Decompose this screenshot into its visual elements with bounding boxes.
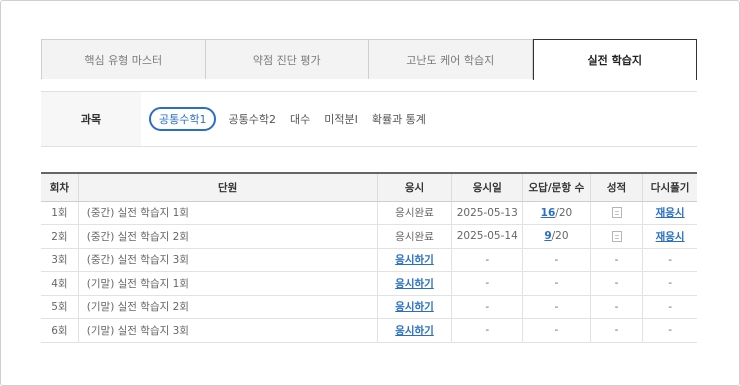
subject-option-algebra[interactable]: 대수: [290, 108, 310, 130]
cell-status: 응시완료: [377, 224, 453, 249]
wrong-count-link[interactable]: 9: [544, 230, 551, 242]
cell-round: 2회: [41, 224, 79, 249]
cell-score: [590, 201, 644, 225]
header-round: 회차: [41, 172, 79, 202]
table-row: 6회 (기말) 실전 학습지 3회 응시하기 - - - -: [41, 318, 697, 343]
header-retry: 다시풀기: [642, 172, 697, 202]
cell-wrong-count: -: [522, 295, 591, 319]
cell-retry: -: [642, 248, 697, 272]
header-wrong-count: 오답/문항 수: [522, 172, 591, 202]
cell-status: 응시완료: [377, 201, 453, 225]
cell-wrong-count: -: [522, 248, 591, 272]
retry-link[interactable]: 재응시: [656, 207, 685, 219]
report-icon[interactable]: [611, 207, 622, 219]
header-status: 응시: [377, 172, 453, 202]
cell-wrong-count: -: [522, 271, 591, 296]
cell-unit: (중간) 실전 학습지 1회: [78, 201, 378, 225]
table-row: 5회 (기말) 실전 학습지 2회 응시하기 - - - -: [41, 295, 697, 319]
cell-wrong-count: -: [522, 318, 591, 343]
cell-retry: 재응시: [642, 224, 697, 249]
cell-score: -: [590, 271, 644, 296]
cell-status: 응시하기: [377, 271, 453, 296]
cell-wrong-count: 16/20: [522, 201, 591, 225]
report-icon[interactable]: [611, 230, 622, 242]
cell-unit: (기말) 실전 학습지 1회: [78, 271, 378, 296]
cell-date: -: [451, 295, 524, 319]
take-test-link[interactable]: 응시하기: [395, 325, 434, 337]
subject-option-common-math-2[interactable]: 공통수학2: [228, 108, 275, 130]
tab-bar: 핵심 유형 마스터 약점 진단 평가 고난도 케어 학습지 실전 학습지: [41, 39, 697, 80]
subject-option-calculus-1[interactable]: 미적분Ⅰ: [324, 108, 358, 130]
subject-option-common-math-1[interactable]: 공통수학1: [149, 107, 217, 131]
cell-score: -: [590, 248, 644, 272]
results-table: 회차 단원 응시 응시일 오답/문항 수 성적 다시풀기 1회 (중간) 실전 …: [41, 172, 697, 343]
total-count: /20: [551, 230, 569, 243]
subject-option-probability-statistics[interactable]: 확률과 통계: [372, 108, 426, 130]
total-count: /20: [555, 206, 573, 219]
table-row: 1회 (중간) 실전 학습지 1회 응시완료 2025-05-13 16/20 …: [41, 201, 697, 225]
header-unit: 단원: [78, 172, 378, 202]
cell-retry: -: [642, 318, 697, 343]
wrong-count-link[interactable]: 16: [541, 207, 556, 219]
cell-status: 응시하기: [377, 318, 453, 343]
cell-date: -: [451, 318, 524, 343]
cell-unit: (기말) 실전 학습지 3회: [78, 318, 378, 343]
tab-core-type-master[interactable]: 핵심 유형 마스터: [42, 40, 206, 79]
cell-date: 2025-05-14: [451, 224, 524, 249]
cell-score: [590, 224, 644, 249]
cell-round: 1회: [41, 201, 79, 225]
cell-status: 응시하기: [377, 248, 453, 272]
cell-unit: (중간) 실전 학습지 3회: [78, 248, 378, 272]
take-test-link[interactable]: 응시하기: [395, 301, 434, 313]
subject-filter: 과목 공통수학1 공통수학2 대수 미적분Ⅰ 확률과 통계: [41, 91, 697, 147]
tab-weakness-diagnosis[interactable]: 약점 진단 평가: [205, 40, 369, 79]
take-test-link[interactable]: 응시하기: [395, 278, 434, 290]
tab-practice-worksheet[interactable]: 실전 학습지: [532, 39, 697, 80]
cell-retry: -: [642, 271, 697, 296]
header-date: 응시일: [451, 172, 524, 202]
tab-advanced-care-worksheet[interactable]: 고난도 케어 학습지: [369, 40, 533, 79]
table-row: 3회 (중간) 실전 학습지 3회 응시하기 - - - -: [41, 248, 697, 272]
cell-round: 6회: [41, 318, 79, 343]
cell-unit: (기말) 실전 학습지 2회: [78, 295, 378, 319]
cell-round: 5회: [41, 295, 79, 319]
retry-link[interactable]: 재응시: [656, 231, 685, 243]
subject-label: 과목: [41, 92, 141, 146]
take-test-link[interactable]: 응시하기: [395, 254, 434, 266]
subject-options: 공통수학1 공통수학2 대수 미적분Ⅰ 확률과 통계: [149, 107, 440, 131]
table-row: 2회 (중간) 실전 학습지 2회 응시완료 2025-05-14 9/20 재…: [41, 224, 697, 249]
cell-retry: 재응시: [642, 201, 697, 225]
table-header-row: 회차 단원 응시 응시일 오답/문항 수 성적 다시풀기: [41, 172, 697, 202]
cell-round: 4회: [41, 271, 79, 296]
cell-score: -: [590, 295, 644, 319]
cell-date: -: [451, 248, 524, 272]
table-row: 4회 (기말) 실전 학습지 1회 응시하기 - - - -: [41, 271, 697, 296]
cell-score: -: [590, 318, 644, 343]
cell-wrong-count: 9/20: [522, 224, 591, 249]
cell-date: 2025-05-13: [451, 201, 524, 225]
cell-unit: (중간) 실전 학습지 2회: [78, 224, 378, 249]
cell-round: 3회: [41, 248, 79, 272]
header-score: 성적: [590, 172, 644, 202]
cell-retry: -: [642, 295, 697, 319]
cell-date: -: [451, 271, 524, 296]
cell-status: 응시하기: [377, 295, 453, 319]
